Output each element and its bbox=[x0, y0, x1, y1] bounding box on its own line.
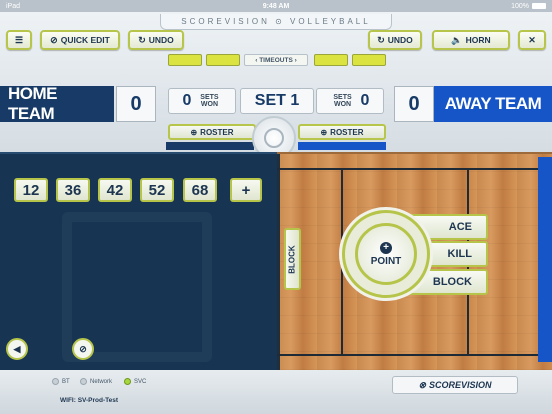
quick-edit-button[interactable]: ⊘ QUICK EDIT bbox=[40, 30, 120, 50]
undo-home-button[interactable]: ↻ UNDO bbox=[128, 30, 184, 50]
sideline-top bbox=[277, 168, 552, 170]
sideline-bottom bbox=[277, 354, 552, 356]
bt-label: BT bbox=[62, 378, 70, 385]
sets-won-label: SETS WON bbox=[333, 94, 352, 108]
close-button[interactable]: ✕ bbox=[518, 30, 546, 50]
horn-button[interactable]: 🔈 HORN bbox=[432, 30, 510, 50]
timeouts-text: TIMEOUTS bbox=[259, 57, 293, 64]
footer: BT Network SVC WIFI: SV-Prod-Test ⊗ SCOR… bbox=[0, 370, 552, 414]
away-score[interactable]: 0 bbox=[394, 86, 434, 122]
sets-won-label: SETS WON bbox=[200, 94, 219, 108]
roster-icon: ⊕ bbox=[190, 127, 198, 137]
home-timeout-2[interactable] bbox=[206, 54, 240, 66]
player-button[interactable]: 68 bbox=[183, 178, 217, 202]
compass-icon: ⊘ bbox=[79, 343, 87, 354]
player-button[interactable]: 36 bbox=[56, 178, 90, 202]
away-side-strip bbox=[538, 157, 552, 362]
point-label: POINT bbox=[370, 255, 402, 267]
home-roster-button[interactable]: ⊕ ROSTER bbox=[168, 124, 256, 140]
home-roster-label: ROSTER bbox=[200, 127, 234, 137]
edit-player-button[interactable]: ⊘ bbox=[72, 338, 94, 360]
player-button[interactable]: 12 bbox=[14, 178, 48, 202]
svc-label: SVC bbox=[134, 378, 147, 385]
scorevision-logo: ⊗ SCOREVISION bbox=[392, 376, 518, 394]
undo-away-button[interactable]: ↻ UNDO bbox=[368, 30, 422, 50]
status-dot-icon bbox=[52, 378, 59, 385]
home-score[interactable]: 0 bbox=[116, 86, 156, 122]
away-timeout-1[interactable] bbox=[314, 54, 348, 66]
menu-button[interactable]: ☰ bbox=[6, 30, 32, 50]
timeouts-bar: ‹ TIMEOUTS › bbox=[164, 54, 388, 68]
undo-icon: ↻ bbox=[138, 34, 146, 45]
home-team-name[interactable]: HOME TEAM bbox=[0, 84, 114, 123]
brand-title: SCOREVISION ⊙ VOLLEYBALL bbox=[160, 14, 392, 30]
home-sets-won[interactable]: 0 SETS WON bbox=[168, 88, 236, 114]
speaker-icon: 🔈 bbox=[451, 34, 463, 45]
home-timeout-1[interactable] bbox=[168, 54, 202, 66]
bt-indicator: BT bbox=[52, 378, 70, 385]
left-arrow-icon: ◀ bbox=[13, 343, 21, 354]
network-label: Network bbox=[90, 378, 113, 385]
home-sets-value: 0 bbox=[182, 92, 192, 109]
logo-text: SCOREVISION bbox=[429, 380, 492, 390]
player-panel: 12 36 42 52 68 + ◀ ⊘ bbox=[0, 152, 277, 370]
hamburger-icon: ☰ bbox=[14, 34, 24, 45]
quick-edit-label: QUICK EDIT bbox=[60, 35, 110, 45]
network-indicator: Network bbox=[80, 378, 112, 385]
away-sets-won[interactable]: SETS WON 0 bbox=[316, 88, 384, 114]
away-timeout-2[interactable] bbox=[352, 54, 386, 66]
close-icon: ✕ bbox=[528, 34, 536, 45]
point-button[interactable]: + POINT bbox=[342, 210, 430, 298]
away-roster-button[interactable]: ⊕ ROSTER bbox=[298, 124, 386, 140]
score-panel: SCOREVISION ⊙ VOLLEYBALL ☰ ⊘ QUICK EDIT … bbox=[0, 12, 552, 160]
status-dot-icon bbox=[124, 378, 131, 385]
point-button-inner: + POINT bbox=[355, 223, 417, 285]
edit-icon: ⊘ bbox=[50, 34, 58, 45]
undo-icon: ↻ bbox=[377, 34, 385, 45]
player-button[interactable]: 52 bbox=[140, 178, 174, 202]
home-color-strip bbox=[166, 142, 254, 150]
undo-away-label: UNDO bbox=[387, 35, 413, 45]
net-line bbox=[277, 154, 280, 370]
roster-icon: ⊕ bbox=[320, 127, 328, 137]
back-button[interactable]: ◀ bbox=[6, 338, 28, 360]
svc-indicator: SVC bbox=[124, 378, 146, 385]
horn-label: HORN bbox=[465, 35, 491, 45]
block-side-button[interactable]: BLOCK bbox=[284, 228, 301, 290]
block-side-label: BLOCK bbox=[288, 244, 298, 274]
away-roster-label: ROSTER bbox=[330, 127, 364, 137]
away-sets-value: 0 bbox=[360, 92, 370, 109]
set-indicator[interactable]: SET 1 bbox=[240, 88, 314, 114]
status-bar: iPad 9:48 AM 100% bbox=[0, 0, 552, 12]
plus-icon: + bbox=[380, 241, 392, 254]
timeouts-label: ‹ TIMEOUTS › bbox=[244, 54, 308, 66]
away-team-name[interactable]: AWAY TEAM bbox=[434, 86, 552, 122]
clock: 9:48 AM bbox=[262, 2, 290, 10]
player-button[interactable]: 42 bbox=[98, 178, 132, 202]
wifi-label: WIFI: SV-Prod-Test bbox=[60, 397, 119, 404]
away-color-strip bbox=[298, 142, 386, 150]
status-dot-icon bbox=[80, 378, 87, 385]
add-player-button[interactable]: + bbox=[230, 178, 262, 202]
scorevision-logo-icon: ⊗ bbox=[418, 379, 427, 390]
undo-home-label: UNDO bbox=[148, 35, 174, 45]
